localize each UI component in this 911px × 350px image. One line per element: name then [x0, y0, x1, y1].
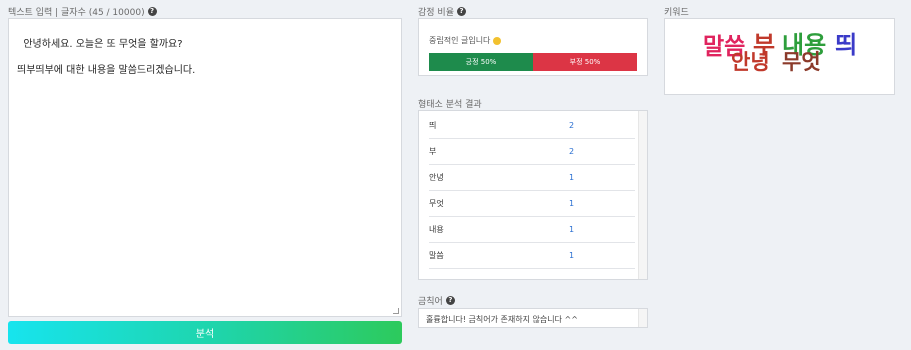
- keyword: 무엇: [782, 49, 821, 74]
- sentiment-negative-bar: 부정 50%: [533, 53, 637, 71]
- morph-scrollbar[interactable]: [638, 111, 647, 279]
- morph-panel: 띄 2 부 2 안녕 1 무엇 1 내용 1 말씀 1: [418, 110, 648, 280]
- keyword-cloud: 말씀 부 내용 띄 안녕 무엇: [664, 18, 895, 95]
- morph-count: 1: [569, 173, 575, 182]
- morph-count: 1: [569, 225, 575, 234]
- morph-row: 말씀 1: [429, 243, 635, 269]
- morph-count: 1: [569, 199, 575, 208]
- sentiment-panel: 중립적인 글입니다 긍정 50% 부정 50%: [418, 18, 648, 76]
- sentiment-summary: 중립적인 글입니다: [429, 35, 637, 46]
- keyword: 띄: [835, 30, 858, 59]
- keywords-label: 키워드: [664, 5, 689, 18]
- sentiment-bar: 긍정 50% 부정 50%: [429, 53, 637, 71]
- morph-count: 2: [569, 147, 575, 156]
- help-icon[interactable]: ?: [445, 296, 455, 305]
- profanity-scrollbar[interactable]: [638, 309, 647, 327]
- morph-word: 무엇: [429, 199, 444, 208]
- help-icon[interactable]: ?: [456, 7, 466, 16]
- text-input-label: 텍스트 입력 | 글자수 (45 / 10000) ?: [8, 5, 157, 18]
- keyword: 안녕: [731, 49, 770, 74]
- neutral-face-icon: [493, 36, 502, 45]
- morph-row: 띄 2: [429, 113, 635, 139]
- morph-count: 2: [569, 121, 575, 130]
- text-input-value[interactable]: 안녕하세요. 오늘은 또 무엇을 할까요? 띄부띄부에 대한 내용을 말씀드리겠…: [17, 39, 195, 76]
- morph-word: 띄: [429, 121, 437, 130]
- sentiment-positive-bar: 긍정 50%: [429, 53, 533, 71]
- help-icon[interactable]: ?: [147, 7, 157, 16]
- keywords-label-text: 키워드: [664, 8, 689, 18]
- resize-handle-icon[interactable]: [393, 308, 399, 314]
- sentiment-summary-text: 중립적인 글입니다: [429, 36, 491, 45]
- morph-label: 형태소 분석 결과: [418, 97, 482, 110]
- morph-word: 부: [429, 147, 437, 156]
- profanity-panel: 훌륭합니다! 금칙어가 존재하지 않습니다 ^^: [418, 308, 648, 328]
- sentiment-positive-label: 긍정 50%: [465, 58, 497, 66]
- morph-count: 1: [569, 251, 575, 260]
- sentiment-negative-label: 부정 50%: [569, 58, 601, 66]
- profanity-message: 훌륭합니다! 금칙어가 존재하지 않습니다 ^^: [426, 315, 578, 324]
- morph-row: 안녕 1: [429, 165, 635, 191]
- morph-row: 무엇 1: [429, 191, 635, 217]
- morph-word: 안녕: [429, 173, 444, 182]
- morph-word: 내용: [429, 225, 444, 234]
- sentiment-label: 감정 비율 ?: [418, 5, 466, 18]
- sentiment-label-text: 감정 비율: [418, 8, 454, 18]
- morph-word: 말씀: [429, 251, 444, 260]
- analyze-button[interactable]: 분석: [8, 321, 402, 344]
- profanity-label-text: 금칙어: [418, 297, 443, 307]
- analyze-button-label[interactable]: 분석: [196, 325, 214, 340]
- morph-label-text: 형태소 분석 결과: [418, 100, 482, 110]
- profanity-label: 금칙어 ?: [418, 294, 455, 307]
- morph-row: 부 2: [429, 139, 635, 165]
- text-input-label-text: 텍스트 입력 | 글자수 (45 / 10000): [8, 8, 145, 18]
- text-input-area[interactable]: 안녕하세요. 오늘은 또 무엇을 할까요? 띄부띄부에 대한 내용을 말씀드리겠…: [8, 18, 402, 317]
- morph-row: 내용 1: [429, 217, 635, 243]
